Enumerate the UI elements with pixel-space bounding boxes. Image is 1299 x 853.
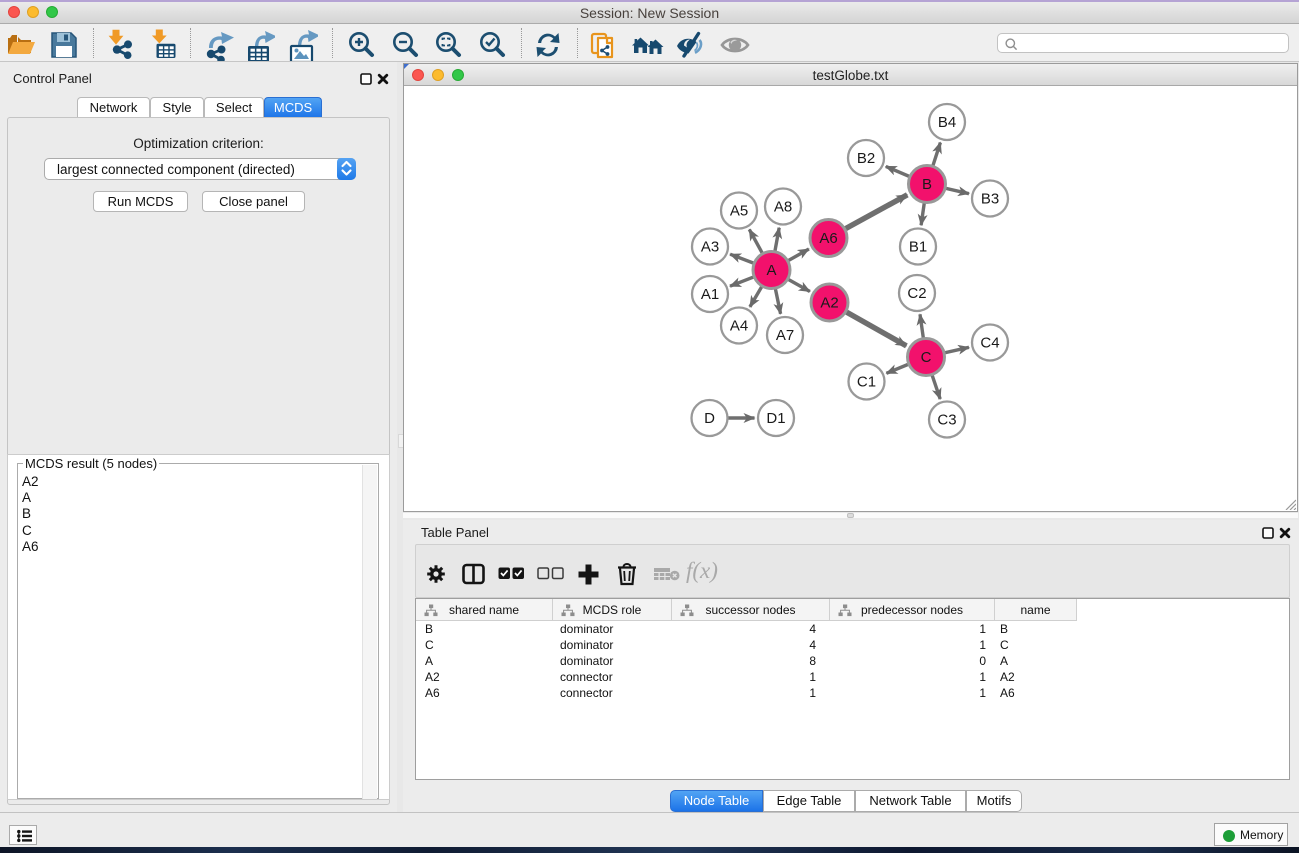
svg-text:B3: B3 <box>981 191 999 208</box>
svg-text:C1: C1 <box>857 374 876 391</box>
svg-text:B2: B2 <box>857 150 875 167</box>
svg-text:C2: C2 <box>907 285 926 302</box>
svg-text:B1: B1 <box>909 239 927 256</box>
svg-text:A1: A1 <box>701 286 719 303</box>
svg-text:A8: A8 <box>774 199 792 216</box>
svg-text:A2: A2 <box>820 295 838 312</box>
svg-text:C4: C4 <box>980 335 999 352</box>
svg-text:C3: C3 <box>937 412 956 429</box>
svg-text:B: B <box>922 176 932 193</box>
svg-text:B4: B4 <box>938 114 956 131</box>
svg-text:A4: A4 <box>730 318 748 335</box>
svg-text:A6: A6 <box>819 230 837 247</box>
svg-text:D: D <box>704 410 715 427</box>
svg-text:C: C <box>921 349 932 366</box>
svg-text:A7: A7 <box>776 327 794 344</box>
svg-text:A: A <box>766 262 776 279</box>
svg-text:D1: D1 <box>766 410 785 427</box>
svg-text:A5: A5 <box>730 203 748 220</box>
svg-text:A3: A3 <box>701 239 719 256</box>
